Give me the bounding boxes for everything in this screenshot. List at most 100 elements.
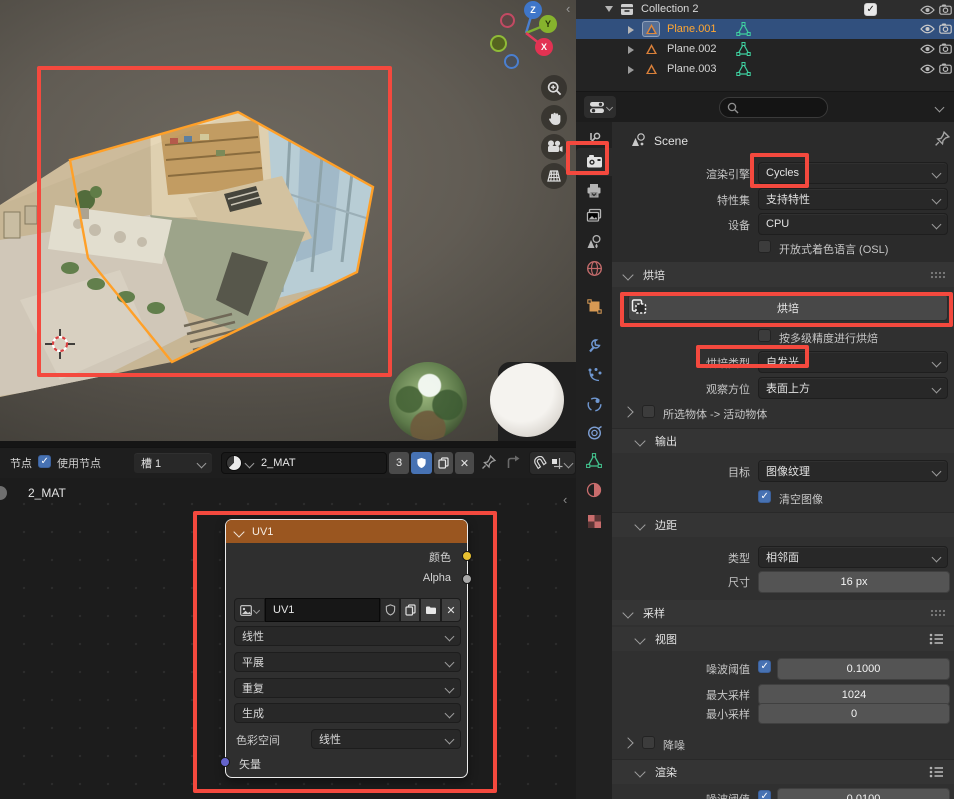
perspective-toggle-button[interactable]	[541, 163, 567, 189]
margin-type-dropdown[interactable]: 相邻面	[758, 546, 948, 568]
expand-arrow-icon[interactable]	[628, 46, 634, 54]
selected-to-active-checkbox[interactable]	[642, 405, 655, 418]
bake-panel-header[interactable]: 烘培	[612, 262, 954, 287]
tab-tool[interactable]	[576, 131, 612, 147]
parent-node-tree-icon[interactable]	[505, 454, 522, 471]
preset-menu-icon[interactable]	[929, 633, 944, 645]
3d-viewport[interactable]: Z Y X ‹	[0, 0, 576, 441]
search-input[interactable]	[719, 97, 828, 118]
camera-restrict-icon[interactable]	[939, 4, 952, 15]
outliner-row-plane-002[interactable]: Plane.002	[576, 39, 954, 59]
node-menu[interactable]: 节点	[10, 455, 32, 471]
camera-restrict-icon[interactable]	[939, 63, 952, 74]
outliner-row-plane-001[interactable]: Plane.001	[576, 19, 954, 39]
node-editor-canvas[interactable]: 2_MAT ‹ UV1 颜色 Alpha UV1	[0, 478, 576, 799]
image-texture-node[interactable]: UV1 颜色 Alpha UV1	[225, 519, 468, 778]
material-name-field[interactable]: 2_MAT	[221, 452, 387, 474]
output-subpanel-header[interactable]: 输出	[612, 428, 954, 453]
object-name[interactable]: Plane.002	[667, 43, 717, 55]
color-space-dropdown[interactable]: 线性	[311, 729, 461, 749]
eye-icon[interactable]	[920, 24, 935, 34]
pin-icon[interactable]	[481, 454, 497, 471]
node-header[interactable]: UV1	[226, 520, 467, 543]
tab-constraints[interactable]	[576, 425, 612, 441]
tab-object-data[interactable]	[576, 453, 612, 468]
render-noise-threshold-checkbox[interactable]	[758, 790, 771, 799]
target-dropdown[interactable]: 图像纹理	[758, 460, 948, 482]
tab-view-layer[interactable]	[576, 208, 612, 223]
outliner-row-plane-003[interactable]: Plane.003	[576, 59, 954, 79]
expand-arrow-icon[interactable]	[628, 66, 634, 74]
object-name[interactable]: Plane.001	[667, 23, 717, 35]
panel-drag-handle[interactable]	[930, 609, 946, 617]
panel-drag-handle[interactable]	[930, 271, 946, 279]
tab-material[interactable]	[576, 482, 612, 498]
camera-restrict-icon[interactable]	[939, 43, 952, 54]
node-sidebar-collapse-arrow[interactable]: ‹	[563, 492, 567, 507]
image-copy-button[interactable]	[400, 598, 420, 622]
noise-threshold-slider[interactable]: 0.1000	[777, 658, 950, 680]
tab-output[interactable]	[576, 183, 612, 198]
camera-view-button[interactable]	[541, 134, 567, 160]
margin-subpanel-header[interactable]: 边距	[612, 512, 954, 537]
sampling-panel-header[interactable]: 采样	[612, 600, 954, 625]
clear-image-checkbox[interactable]	[758, 490, 771, 503]
camera-restrict-icon[interactable]	[939, 23, 952, 34]
device-dropdown[interactable]: CPU	[758, 213, 948, 235]
projection-dropdown[interactable]: 平展	[234, 652, 461, 672]
feature-set-dropdown[interactable]: 支持特性	[758, 188, 948, 210]
preset-menu-icon[interactable]	[929, 766, 944, 778]
tab-texture[interactable]	[576, 514, 612, 529]
gizmo-y-axis[interactable]: Y	[539, 15, 557, 33]
use-nodes-checkbox[interactable]	[38, 455, 51, 468]
object-name[interactable]: Plane.003	[667, 63, 717, 75]
pan-button[interactable]	[541, 105, 567, 131]
gizmo-neg-y-axis[interactable]	[490, 35, 507, 52]
min-samples-slider[interactable]: 0	[758, 703, 950, 724]
material-slot-dropdown[interactable]: 槽 1	[133, 452, 213, 474]
tab-particles[interactable]	[576, 367, 612, 383]
render-engine-dropdown[interactable]: Cycles	[758, 162, 948, 184]
gizmo-neg-z-axis[interactable]	[504, 54, 519, 69]
extension-dropdown[interactable]: 重复	[234, 678, 461, 698]
selected-to-active-row[interactable]	[624, 407, 632, 419]
tab-modifiers[interactable]	[576, 338, 612, 354]
expand-arrow-icon[interactable]	[628, 26, 634, 34]
zoom-button[interactable]	[541, 75, 567, 101]
magnet-icon[interactable]	[533, 456, 547, 470]
color-output-socket[interactable]	[462, 551, 472, 561]
gizmo-z-axis[interactable]: Z	[524, 1, 542, 19]
image-fake-user-button[interactable]	[380, 598, 400, 622]
view-from-dropdown[interactable]: 表面上方	[758, 377, 948, 399]
max-samples-slider[interactable]: 1024	[758, 684, 950, 705]
margin-size-slider[interactable]: 16 px	[758, 571, 950, 593]
osl-checkbox[interactable]	[758, 240, 771, 253]
snap-target-icon[interactable]	[550, 457, 563, 470]
image-browse-button[interactable]	[234, 598, 265, 622]
multires-bake-checkbox[interactable]	[758, 329, 771, 342]
eye-icon[interactable]	[920, 44, 935, 54]
gizmo-x-axis[interactable]: X	[535, 38, 553, 56]
interpolation-dropdown[interactable]: 线性	[234, 626, 461, 646]
image-open-button[interactable]	[420, 598, 441, 622]
denoise-checkbox[interactable]	[642, 736, 655, 749]
eye-icon[interactable]	[920, 5, 935, 15]
tab-world[interactable]	[576, 260, 612, 277]
tab-render[interactable]	[576, 154, 612, 169]
bake-type-dropdown[interactable]: 自发光	[758, 351, 948, 373]
tab-object[interactable]	[576, 299, 612, 314]
render-noise-threshold-slider[interactable]: 0.0100	[777, 788, 950, 799]
unlink-material-button[interactable]: ✕	[455, 452, 474, 474]
tab-physics[interactable]	[576, 396, 612, 413]
noise-threshold-checkbox[interactable]	[758, 660, 771, 673]
pin-icon[interactable]	[934, 130, 951, 148]
material-sphere-icon[interactable]	[226, 455, 242, 471]
collection-row[interactable]: Collection 2	[576, 0, 954, 19]
denoise-row[interactable]	[624, 738, 632, 750]
collection-checkbox[interactable]	[864, 3, 877, 16]
viewport-subpanel-header[interactable]: 视图	[612, 627, 954, 651]
eye-icon[interactable]	[920, 64, 935, 74]
copy-material-button[interactable]	[434, 452, 453, 474]
source-dropdown[interactable]: 生成	[234, 703, 461, 723]
image-name-field[interactable]: UV1	[265, 598, 380, 622]
